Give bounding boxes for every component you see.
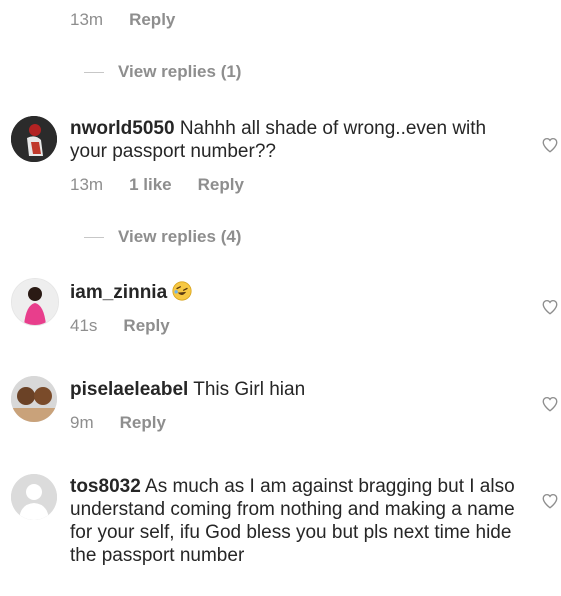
replies-divider-line [84,236,104,238]
like-heart-icon[interactable] [541,136,559,154]
comment-text-block: tos8032 As much as I am against bragging… [70,475,515,567]
comment-text-block: piselaeleabel This Girl hian [70,378,520,401]
rolling-on-floor-laughing-emoji [172,281,193,301]
comment-text-block: iam_zinnia [70,281,520,304]
avatar-image [12,279,58,325]
reply-button[interactable]: Reply [123,316,169,336]
comment-timestamp: 9m [70,413,94,432]
view-replies-button[interactable]: View replies (1) [84,62,241,82]
comment-meta-row: 13m 1 like Reply [70,175,244,195]
default-avatar-icon [11,474,57,520]
view-replies-label: View replies (1) [118,62,242,81]
comment-username[interactable]: nworld5050 [70,118,175,139]
comment-username[interactable]: piselaeleabel [70,379,188,400]
like-heart-icon[interactable] [541,395,559,413]
comment-meta-row: 13m Reply [70,10,175,30]
like-heart-icon[interactable] [541,298,559,316]
comment-text: This Girl hian [193,379,306,400]
avatar[interactable] [11,278,59,326]
comment-meta-row: 9m Reply [70,413,166,433]
avatar-image [11,376,57,422]
view-replies-label: View replies (4) [118,227,242,246]
like-heart-icon[interactable] [541,492,559,510]
replies-divider-line [84,71,104,73]
avatar-image [11,116,57,162]
comment-meta-row: 41s Reply [70,316,170,336]
comment-timestamp: 13m [70,10,104,29]
reply-button[interactable]: Reply [198,175,244,195]
comment-username[interactable]: tos8032 [70,476,141,497]
avatar[interactable] [11,116,57,162]
avatar[interactable] [11,376,57,422]
reply-button[interactable]: Reply [120,413,166,433]
comment-timestamp: 41s [70,316,98,335]
comment-text-block: nworld5050 Nahhh all shade of wrong..eve… [70,117,520,163]
reply-button[interactable]: Reply [129,10,175,30]
view-replies-button[interactable]: View replies (4) [84,227,241,247]
likes-count-button[interactable]: 1 like [129,175,172,195]
avatar[interactable] [11,474,57,520]
comment-timestamp: 13m [70,175,104,194]
comment-username[interactable]: iam_zinnia [70,282,167,303]
